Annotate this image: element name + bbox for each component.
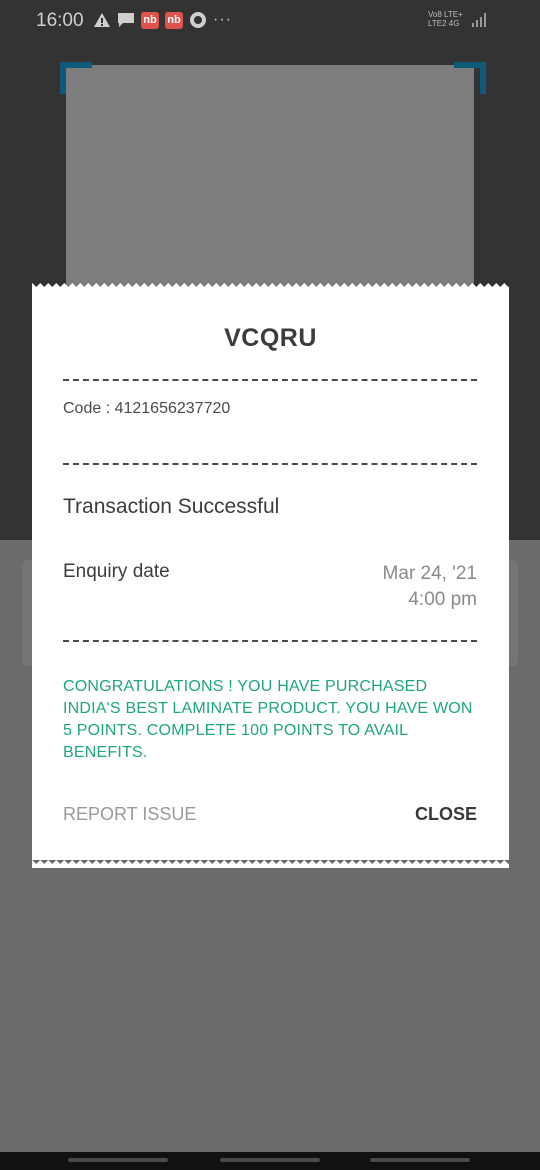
close-button[interactable]: CLOSE	[415, 804, 477, 825]
status-bar: 16:00 nb nb ··· Vo8 LTE+ LTE2 4G	[0, 0, 540, 40]
enquiry-date-value: Mar 24, '21 4:00 pm	[383, 561, 477, 613]
network-line-1: Vo8 LTE+	[428, 10, 463, 19]
code-text: Code : 4121656237720	[63, 400, 231, 417]
status-time: 16:00	[36, 10, 84, 31]
receipt-bottom-edge	[32, 860, 509, 868]
nav-handle[interactable]	[370, 1158, 470, 1162]
scan-corner-top-left	[60, 62, 92, 94]
enquiry-time: 4:00 pm	[408, 589, 477, 610]
network-line-2: LTE2 4G	[428, 19, 460, 28]
network-type: Vo8 LTE+ LTE2 4G	[428, 10, 463, 28]
enquiry-date: Mar 24, '21	[382, 563, 477, 584]
report-issue-button[interactable]: REPORT ISSUE	[63, 804, 196, 825]
transaction-status: Transaction Successful	[63, 495, 280, 518]
more-notifications-icon: ···	[213, 11, 232, 28]
signal-strength-icon	[472, 12, 486, 27]
circle-icon	[190, 12, 206, 28]
warning-icon	[94, 13, 110, 27]
scan-corner-top-right	[454, 62, 486, 94]
receipt-dialog: VCQRU Code : 4121656237720 Transaction S…	[32, 290, 509, 860]
app-badge-icon: nb	[141, 11, 159, 29]
nav-handle[interactable]	[220, 1158, 320, 1162]
navigation-bar	[0, 1152, 540, 1170]
scan-frame	[66, 65, 474, 295]
divider	[63, 640, 477, 642]
notification-icons: nb nb ···	[93, 11, 232, 29]
divider	[63, 463, 477, 465]
app-badge-icon: nb	[165, 11, 183, 29]
brand-title: VCQRU	[224, 324, 317, 352]
nav-handle[interactable]	[68, 1158, 168, 1162]
congratulations-message: CONGRATULATIONS ! YOU HAVE PURCHASED IND…	[63, 678, 473, 761]
divider	[63, 379, 477, 381]
enquiry-date-label: Enquiry date	[63, 561, 170, 582]
message-icon	[118, 13, 134, 27]
